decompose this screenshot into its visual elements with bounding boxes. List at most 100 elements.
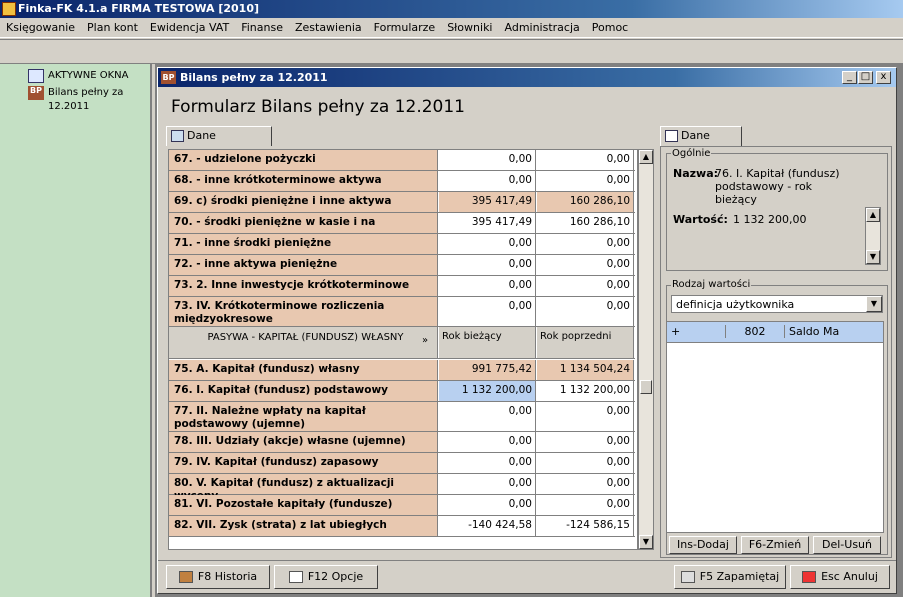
button-bar: F8 Historia F12 Opcje F5 Zapamiętaj Esc … bbox=[158, 560, 896, 593]
table-row[interactable]: 73. IV. Krótkoterminowe rozliczenia międ… bbox=[169, 297, 635, 327]
previous-year-cell[interactable]: 160 286,10 bbox=[537, 213, 634, 233]
table-row[interactable]: 69. c) środki pieniężne i inne aktywa 395… bbox=[169, 192, 635, 213]
chevron-down-icon[interactable]: ▼ bbox=[866, 296, 882, 312]
previous-year-cell[interactable]: 0,00 bbox=[537, 402, 634, 431]
cancel-button[interactable]: Esc Anuluj bbox=[790, 565, 890, 589]
previous-year-cell[interactable]: 0,00 bbox=[537, 297, 634, 326]
table-row[interactable]: 76. I. Kapitał (fundusz) podstawowy 1 132… bbox=[169, 381, 635, 402]
grid-scrollbar[interactable]: ▲ ▼ bbox=[638, 149, 654, 550]
previous-year-cell[interactable]: 1 134 504,24 bbox=[537, 360, 634, 380]
menu-pomoc[interactable]: Pomoc bbox=[586, 18, 634, 38]
current-year-cell[interactable]: 0,00 bbox=[439, 150, 536, 170]
menu-ewidencja-vat[interactable]: Ewidencja VAT bbox=[144, 18, 235, 38]
table-row[interactable]: 73. 2. Inne inwestycje krótkoterminowe 0,… bbox=[169, 276, 635, 297]
close-button[interactable]: x bbox=[876, 71, 891, 84]
name-scrollbar[interactable]: ▲ ▼ bbox=[865, 207, 881, 265]
previous-year-cell[interactable]: 0,00 bbox=[537, 234, 634, 254]
scroll-up-icon[interactable]: ▲ bbox=[639, 150, 653, 164]
delete-button[interactable]: Del-Usuń bbox=[813, 536, 881, 554]
row-label: 76. I. Kapitał (fundusz) podstawowy bbox=[169, 381, 438, 401]
save-button[interactable]: F5 Zapamiętaj bbox=[674, 565, 786, 589]
row-label: 69. c) środki pieniężne i inne aktywa bbox=[169, 192, 438, 212]
previous-year-cell[interactable]: 0,00 bbox=[537, 453, 634, 473]
chevron-down-icon[interactable]: » bbox=[422, 335, 428, 346]
current-year-cell[interactable]: 0,00 bbox=[439, 297, 536, 326]
previous-year-cell[interactable]: 160 286,10 bbox=[537, 192, 634, 212]
table-row[interactable]: 78. III. Udziały (akcje) własne (ujemne)… bbox=[169, 432, 635, 453]
scroll-thumb[interactable] bbox=[640, 380, 652, 394]
scroll-down-icon[interactable]: ▼ bbox=[639, 535, 653, 549]
tab-dane-pola[interactable]: Dane pola bbox=[660, 126, 742, 160]
menu-plan-kont[interactable]: Plan kont bbox=[81, 18, 144, 38]
formula-description: Saldo Ma bbox=[789, 325, 840, 338]
active-windows-label: AKTYWNE OKNA bbox=[48, 70, 129, 81]
current-year-cell[interactable]: 991 775,42 bbox=[439, 360, 536, 380]
cancel-label: Esc Anuluj bbox=[821, 570, 878, 583]
value-value: 1 132 200,00 bbox=[733, 213, 807, 226]
previous-year-cell[interactable]: 0,00 bbox=[537, 495, 634, 515]
table-row[interactable]: 82. VII. Zysk (strata) z lat ubiegłych -1… bbox=[169, 516, 635, 537]
current-year-cell[interactable]: 0,00 bbox=[439, 234, 536, 254]
formula-row[interactable]: + 802 Saldo Ma bbox=[667, 322, 883, 343]
general-legend: Ogólnie bbox=[671, 148, 712, 159]
minimize-button[interactable]: _ bbox=[842, 71, 857, 84]
value-kind-select[interactable]: definicja użytkownika ▼ bbox=[671, 295, 883, 313]
current-year-cell[interactable]: 0,00 bbox=[439, 276, 536, 296]
menu-slowniki[interactable]: Słowniki bbox=[441, 18, 498, 38]
menu-administracja[interactable]: Administracja bbox=[499, 18, 586, 38]
table-row[interactable]: 80. V. Kapitał (fundusz) z aktualizacji … bbox=[169, 474, 635, 502]
bp-window-icon: BP bbox=[161, 71, 176, 84]
current-year-cell[interactable]: 0,00 bbox=[439, 453, 536, 473]
maximize-button[interactable]: □ bbox=[858, 71, 873, 84]
table-row[interactable]: 81. VI. Pozostałe kapitały (fundusze) 0,0… bbox=[169, 495, 635, 516]
history-button[interactable]: F8 Historia bbox=[166, 565, 270, 589]
table-row[interactable]: 70. - środki pieniężne w kasie i na 395 4… bbox=[169, 213, 635, 234]
document-icon bbox=[665, 130, 678, 142]
grid-icon bbox=[171, 130, 184, 142]
save-label: F5 Zapamiętaj bbox=[699, 570, 780, 583]
edit-button[interactable]: F6-Zmień bbox=[741, 536, 809, 554]
previous-year-cell[interactable]: 0,00 bbox=[537, 150, 634, 170]
current-year-cell[interactable]: 395 417,49 bbox=[439, 213, 536, 233]
formula-account: 802 bbox=[725, 325, 785, 338]
current-year-cell[interactable]: 0,00 bbox=[439, 495, 536, 515]
menu-zestawienia[interactable]: Zestawienia bbox=[289, 18, 368, 38]
current-year-cell[interactable]: 0,00 bbox=[439, 474, 536, 494]
table-row[interactable]: 71. - inne środki pieniężne 0,00 0,00 bbox=[169, 234, 635, 255]
sidebar-item-bilans[interactable]: Bilans pełny za 12.2011 bbox=[48, 86, 150, 114]
current-year-cell[interactable]: 0,00 bbox=[439, 432, 536, 452]
previous-year-cell[interactable]: 0,00 bbox=[537, 474, 634, 494]
add-button[interactable]: Ins-Dodaj bbox=[669, 536, 737, 554]
current-year-cell[interactable]: 1 132 200,00 bbox=[439, 381, 536, 401]
previous-year-cell[interactable]: 0,00 bbox=[537, 432, 634, 452]
previous-year-cell[interactable]: 0,00 bbox=[537, 171, 634, 191]
header-current-year: Rok bieżący bbox=[439, 327, 536, 358]
previous-year-cell[interactable]: 1 132 200,00 bbox=[537, 381, 634, 401]
active-windows-panel: AKTYWNE OKNA BP Bilans pełny za 12.2011 bbox=[0, 64, 152, 597]
name-scroll-down-icon[interactable]: ▼ bbox=[866, 250, 880, 264]
table-row[interactable]: 79. IV. Kapitał (fundusz) zapasowy 0,00 0,… bbox=[169, 453, 635, 474]
previous-year-cell[interactable]: 0,00 bbox=[537, 255, 634, 275]
current-year-cell[interactable]: 0,00 bbox=[439, 171, 536, 191]
options-button[interactable]: F12 Opcje bbox=[274, 565, 378, 589]
menu-bar: Księgowanie Plan kont Ewidencja VAT Finanse… bbox=[0, 18, 903, 38]
current-year-cell[interactable]: 395 417,49 bbox=[439, 192, 536, 212]
windows-icon bbox=[28, 69, 44, 83]
previous-year-cell[interactable]: 0,00 bbox=[537, 276, 634, 296]
name-scroll-up-icon[interactable]: ▲ bbox=[866, 208, 880, 222]
row-label: 79. IV. Kapitał (fundusz) zapasowy bbox=[169, 453, 438, 473]
table-row[interactable]: 68. - inne krótkoterminowe aktywa 0,00 0,0… bbox=[169, 171, 635, 192]
value-label: Wartość: bbox=[673, 213, 728, 226]
current-year-cell[interactable]: 0,00 bbox=[439, 402, 536, 431]
table-row[interactable]: 75. A. Kapitał (fundusz) własny 991 775,4… bbox=[169, 360, 635, 381]
table-row[interactable]: 77. II. Należne wpłaty na kapitał podsta… bbox=[169, 402, 635, 432]
tab-dane-formularza[interactable]: Dane formularza bbox=[166, 126, 272, 160]
table-row[interactable]: 67. - udzielone pożyczki 0,00 0,00 bbox=[169, 150, 635, 171]
current-year-cell[interactable]: 0,00 bbox=[439, 255, 536, 275]
table-row[interactable]: 72. - inne aktywa pieniężne 0,00 0,00 bbox=[169, 255, 635, 276]
current-year-cell[interactable]: -140 424,58 bbox=[439, 516, 536, 536]
menu-finanse[interactable]: Finanse bbox=[235, 18, 289, 38]
menu-formularze[interactable]: Formularze bbox=[368, 18, 442, 38]
previous-year-cell[interactable]: -124 586,15 bbox=[537, 516, 634, 536]
menu-ksiegowanie[interactable]: Księgowanie bbox=[0, 18, 81, 38]
